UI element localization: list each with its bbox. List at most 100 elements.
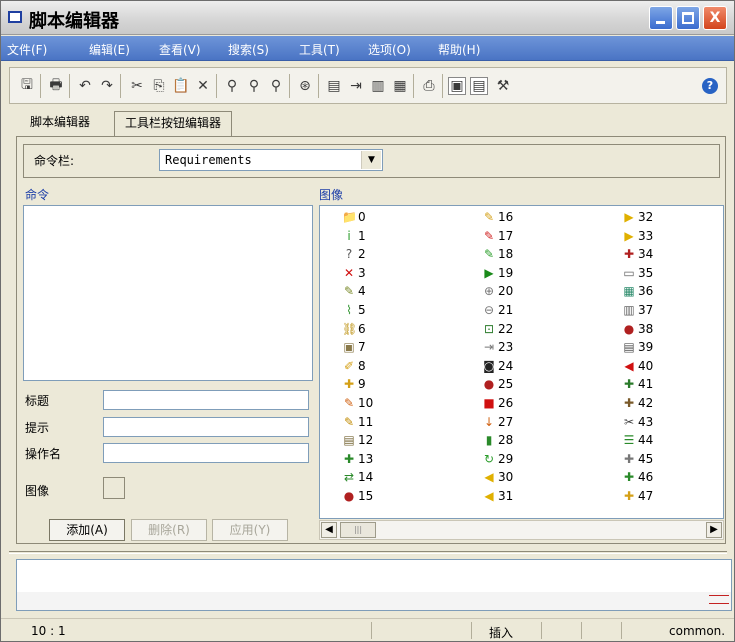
- image-item[interactable]: ✐ 8: [342, 357, 366, 375]
- image-item[interactable]: ✚ 41: [622, 375, 653, 393]
- menu-view[interactable]: 查看(V): [159, 41, 201, 58]
- minimize-button[interactable]: [649, 6, 673, 30]
- image-item[interactable]: ⛓ 6: [342, 320, 366, 338]
- image-item[interactable]: ✂ 43: [622, 413, 653, 431]
- image-item[interactable]: ▤ 39: [622, 338, 653, 356]
- title-bar[interactable]: 脚本编辑器 X: [1, 1, 734, 35]
- delete-icon[interactable]: ✕: [194, 77, 212, 95]
- splitter[interactable]: [9, 551, 727, 554]
- scroll-right-icon[interactable]: ▶: [706, 522, 722, 538]
- image-item[interactable]: ● 15: [342, 487, 374, 505]
- redo-icon[interactable]: ↷: [98, 77, 116, 95]
- doc-icon[interactable]: ▥: [369, 77, 387, 95]
- image-item[interactable]: ■ 26: [482, 394, 513, 412]
- image-item[interactable]: ☰ 44: [622, 431, 654, 449]
- menu-options[interactable]: 选项(O): [368, 41, 411, 58]
- image-item-icon: ↻: [483, 451, 495, 466]
- find-icon[interactable]: ⚲: [223, 77, 241, 95]
- image-item[interactable]: ▶ 19: [482, 264, 513, 282]
- image-item[interactable]: ▤ 12: [342, 431, 373, 449]
- tip-field[interactable]: [103, 417, 309, 437]
- save-icon[interactable]: 🖫: [18, 77, 36, 95]
- replace-icon[interactable]: ⚲: [267, 77, 285, 95]
- image-item[interactable]: ● 25: [482, 375, 514, 393]
- cut-icon[interactable]: ✂: [128, 77, 146, 95]
- insert-icon[interactable]: ⇥: [347, 77, 365, 95]
- image-item[interactable]: ▶ 32: [622, 208, 653, 226]
- add-button[interactable]: 添加(A): [49, 519, 125, 541]
- image-item[interactable]: ✎ 4: [342, 282, 366, 300]
- paste-icon[interactable]: 📋: [172, 77, 190, 95]
- menu-help[interactable]: 帮助(H): [438, 41, 480, 58]
- action-name-field[interactable]: [103, 443, 309, 463]
- scroll-thumb[interactable]: |||: [340, 522, 376, 538]
- image-grid[interactable]: 📁 0 i 1? 2 ✕ 3 ✎ 4 ⌇ 5 ⛓ 6 ▣ 7 ✐ 8 ✚ 9 ✎ 10 ✎ 11 ▤ 12 ✚ 13 ⇄ 14 ● 15 ✎ 1…: [319, 205, 724, 519]
- image-item[interactable]: ⊖ 21: [482, 301, 513, 319]
- image-item[interactable]: ● 38: [622, 320, 654, 338]
- image-item[interactable]: ▣ 7: [342, 338, 365, 356]
- goto-icon[interactable]: ⊛: [296, 77, 314, 95]
- image-item[interactable]: ⌇ 5: [342, 301, 366, 319]
- image-item[interactable]: ⇄ 14: [342, 468, 373, 486]
- image-item[interactable]: ✚ 45: [622, 450, 653, 468]
- image-item[interactable]: i1: [342, 227, 365, 245]
- list-icon[interactable]: ▤: [325, 77, 343, 95]
- menu-tools[interactable]: 工具(T): [299, 41, 340, 58]
- tab-toolbar-button-editor[interactable]: 工具栏按钮编辑器: [114, 111, 233, 137]
- image-item[interactable]: ⇥ 23: [482, 338, 513, 356]
- image-item[interactable]: ◀ 30: [482, 468, 513, 486]
- image-item[interactable]: ◙ 24: [482, 357, 513, 375]
- image-grid-scrollbar[interactable]: ◀ ||| ▶: [319, 520, 724, 540]
- image-item[interactable]: ✎ 10: [342, 394, 373, 412]
- delete-button[interactable]: 删除(R): [131, 519, 207, 541]
- output-pane[interactable]: [16, 559, 732, 611]
- image-item[interactable]: ✚ 47: [622, 487, 653, 505]
- maximize-button[interactable]: [676, 6, 700, 30]
- image-item[interactable]: ↓ 27: [482, 413, 513, 431]
- menu-edit[interactable]: 编辑(E): [89, 41, 130, 58]
- tools-icon[interactable]: ⚒: [494, 77, 512, 95]
- image-item[interactable]: ✚ 34: [622, 245, 653, 263]
- apply-button[interactable]: 应用(Y): [212, 519, 288, 541]
- print-icon[interactable]: 🖶: [47, 77, 65, 95]
- copy-icon[interactable]: ⎘: [150, 77, 168, 95]
- scroll-left-icon[interactable]: ◀: [321, 522, 337, 538]
- doc2-icon[interactable]: ▦: [391, 77, 409, 95]
- image-item[interactable]: ▮ 28: [482, 431, 514, 449]
- menu-file[interactable]: 文件(F): [7, 41, 47, 58]
- image-item[interactable]: ◀ 40: [622, 357, 653, 375]
- close-button[interactable]: X: [703, 6, 727, 30]
- image-item[interactable]: ✚ 9: [342, 375, 366, 393]
- image-item-index: 46: [638, 470, 654, 485]
- image-item[interactable]: ▦ 36: [622, 282, 653, 300]
- image-item[interactable]: ✚ 46: [622, 468, 653, 486]
- image-item[interactable]: ▥ 37: [622, 301, 653, 319]
- image-item[interactable]: ⊕ 20: [482, 282, 513, 300]
- title-field[interactable]: [103, 390, 309, 410]
- find-next-icon[interactable]: ⚲: [245, 77, 263, 95]
- preview-icon[interactable]: ⎙: [420, 77, 438, 95]
- image-item[interactable]: 📁 0: [342, 208, 366, 226]
- image-item[interactable]: ✎ 17: [482, 227, 513, 245]
- image-item[interactable]: ✎ 16: [482, 208, 513, 226]
- image-item[interactable]: ✕ 3: [342, 264, 366, 282]
- image-item[interactable]: ✚ 42: [622, 394, 653, 412]
- image-item[interactable]: ↻ 29: [482, 450, 513, 468]
- image-item[interactable]: ◀ 31: [482, 487, 513, 505]
- image-item[interactable]: ? 2: [342, 245, 366, 263]
- view2-icon[interactable]: ▤: [470, 77, 488, 95]
- image-item[interactable]: ▭ 35: [622, 264, 653, 282]
- chevron-down-icon[interactable]: ▼: [361, 151, 381, 169]
- command-list[interactable]: [23, 205, 313, 381]
- image-item[interactable]: ▶ 33: [622, 227, 653, 245]
- image-item[interactable]: ✚ 13: [342, 450, 373, 468]
- tab-script-editor[interactable]: 脚本编辑器: [20, 111, 100, 135]
- image-item[interactable]: ✎ 18: [482, 245, 513, 263]
- view1-icon[interactable]: ▣: [448, 77, 466, 95]
- help-icon[interactable]: ?: [702, 78, 718, 94]
- undo-icon[interactable]: ↶: [76, 77, 94, 95]
- menu-search[interactable]: 搜索(S): [228, 41, 269, 58]
- command-bar-select[interactable]: Requirements ▼: [159, 149, 383, 171]
- image-item[interactable]: ✎ 11: [342, 413, 373, 431]
- image-item[interactable]: ⊡ 22: [482, 320, 513, 338]
